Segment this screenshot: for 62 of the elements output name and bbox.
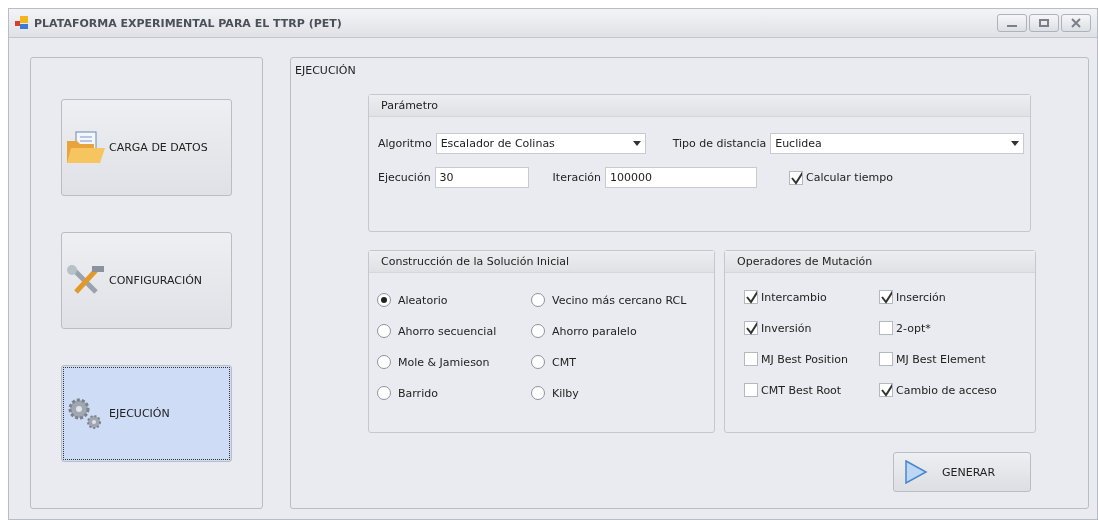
radio-button[interactable]	[377, 324, 391, 338]
field-label: Algoritmo	[378, 137, 432, 150]
checkbox-label: CMT Best Root	[761, 383, 842, 397]
checkbox[interactable]	[744, 352, 758, 366]
checkbox-label: Intercambio	[761, 290, 827, 304]
play-icon	[904, 460, 928, 484]
radio-button[interactable]	[377, 293, 391, 307]
checkbox[interactable]	[789, 170, 803, 185]
maximize-icon	[1038, 18, 1050, 28]
checkbox[interactable]	[879, 383, 893, 397]
radio-label: Vecino más cercano RCL	[552, 293, 687, 307]
radio-label: Kilby	[552, 386, 579, 400]
field-label: Tipo de distancia	[672, 137, 767, 150]
field-label: Iteración	[552, 171, 601, 184]
nav-button[interactable]: CARGA DE DATOS	[61, 99, 232, 196]
distance-dropdown[interactable]: Euclidea	[770, 133, 1025, 154]
radio-label: Ahorro paralelo	[552, 324, 637, 338]
checkbox[interactable]	[879, 321, 893, 335]
minimize-icon	[1007, 25, 1017, 27]
checkbox[interactable]	[744, 383, 758, 397]
app-logo-icon	[15, 16, 29, 30]
radio-button[interactable]	[531, 355, 545, 369]
minimize-button[interactable]	[997, 14, 1027, 32]
checkbox-label: MJ Best Position	[761, 352, 848, 366]
radio-label: CMT	[552, 355, 576, 369]
radio-button[interactable]	[531, 293, 545, 307]
radio-button[interactable]	[531, 386, 545, 400]
group-title: Parámetro	[369, 95, 1030, 117]
group-title: Operadores de Mutación	[725, 251, 1035, 273]
radio-button[interactable]	[531, 324, 545, 338]
group-title: Construcción de la Solución Inicial	[369, 251, 714, 273]
field-label: Ejecución	[378, 171, 431, 184]
nav-button[interactable]: CONFIGURACIÓN	[61, 232, 232, 329]
radio-label: Mole & Jamieson	[398, 355, 490, 369]
caret-icon	[1011, 141, 1020, 146]
radio-button[interactable]	[377, 386, 391, 400]
checkbox[interactable]	[744, 321, 758, 335]
generate-button[interactable]: GENERAR	[893, 452, 1031, 492]
checkbox[interactable]	[879, 290, 893, 304]
close-button[interactable]	[1061, 14, 1091, 32]
folder-icon	[66, 130, 106, 165]
maximize-button[interactable]	[1029, 14, 1059, 32]
section-title: EJECUCIÓN	[295, 64, 357, 79]
nav-button[interactable]: EJECUCIÓN	[61, 365, 232, 462]
close-icon	[1070, 18, 1082, 28]
caret-icon	[632, 141, 641, 146]
checkbox-label: Cambio de acceso	[896, 383, 997, 397]
checkbox-label: MJ Best Element	[896, 352, 986, 366]
radio-label: Ahorro secuencial	[398, 324, 497, 338]
checkbox-label: Inversión	[761, 321, 812, 335]
radio-button[interactable]	[377, 355, 391, 369]
checkbox[interactable]	[744, 290, 758, 304]
input-field[interactable]: 30	[434, 167, 529, 188]
algorithm-dropdown[interactable]: Escalador de Colinas	[435, 133, 646, 154]
radio-label: Aleatorio	[398, 293, 448, 307]
checkbox-label: Inserción	[896, 290, 946, 304]
input-field[interactable]: 100000	[605, 167, 757, 188]
checkbox-label: Calcular tiempo	[806, 171, 893, 184]
checkbox-label: 2-opt*	[896, 321, 931, 335]
radio-label: Barrido	[398, 386, 438, 400]
window-title: PLATAFORMA EXPERIMENTAL PARA EL TTRP (PET)	[34, 16, 342, 30]
checkbox[interactable]	[879, 352, 893, 366]
